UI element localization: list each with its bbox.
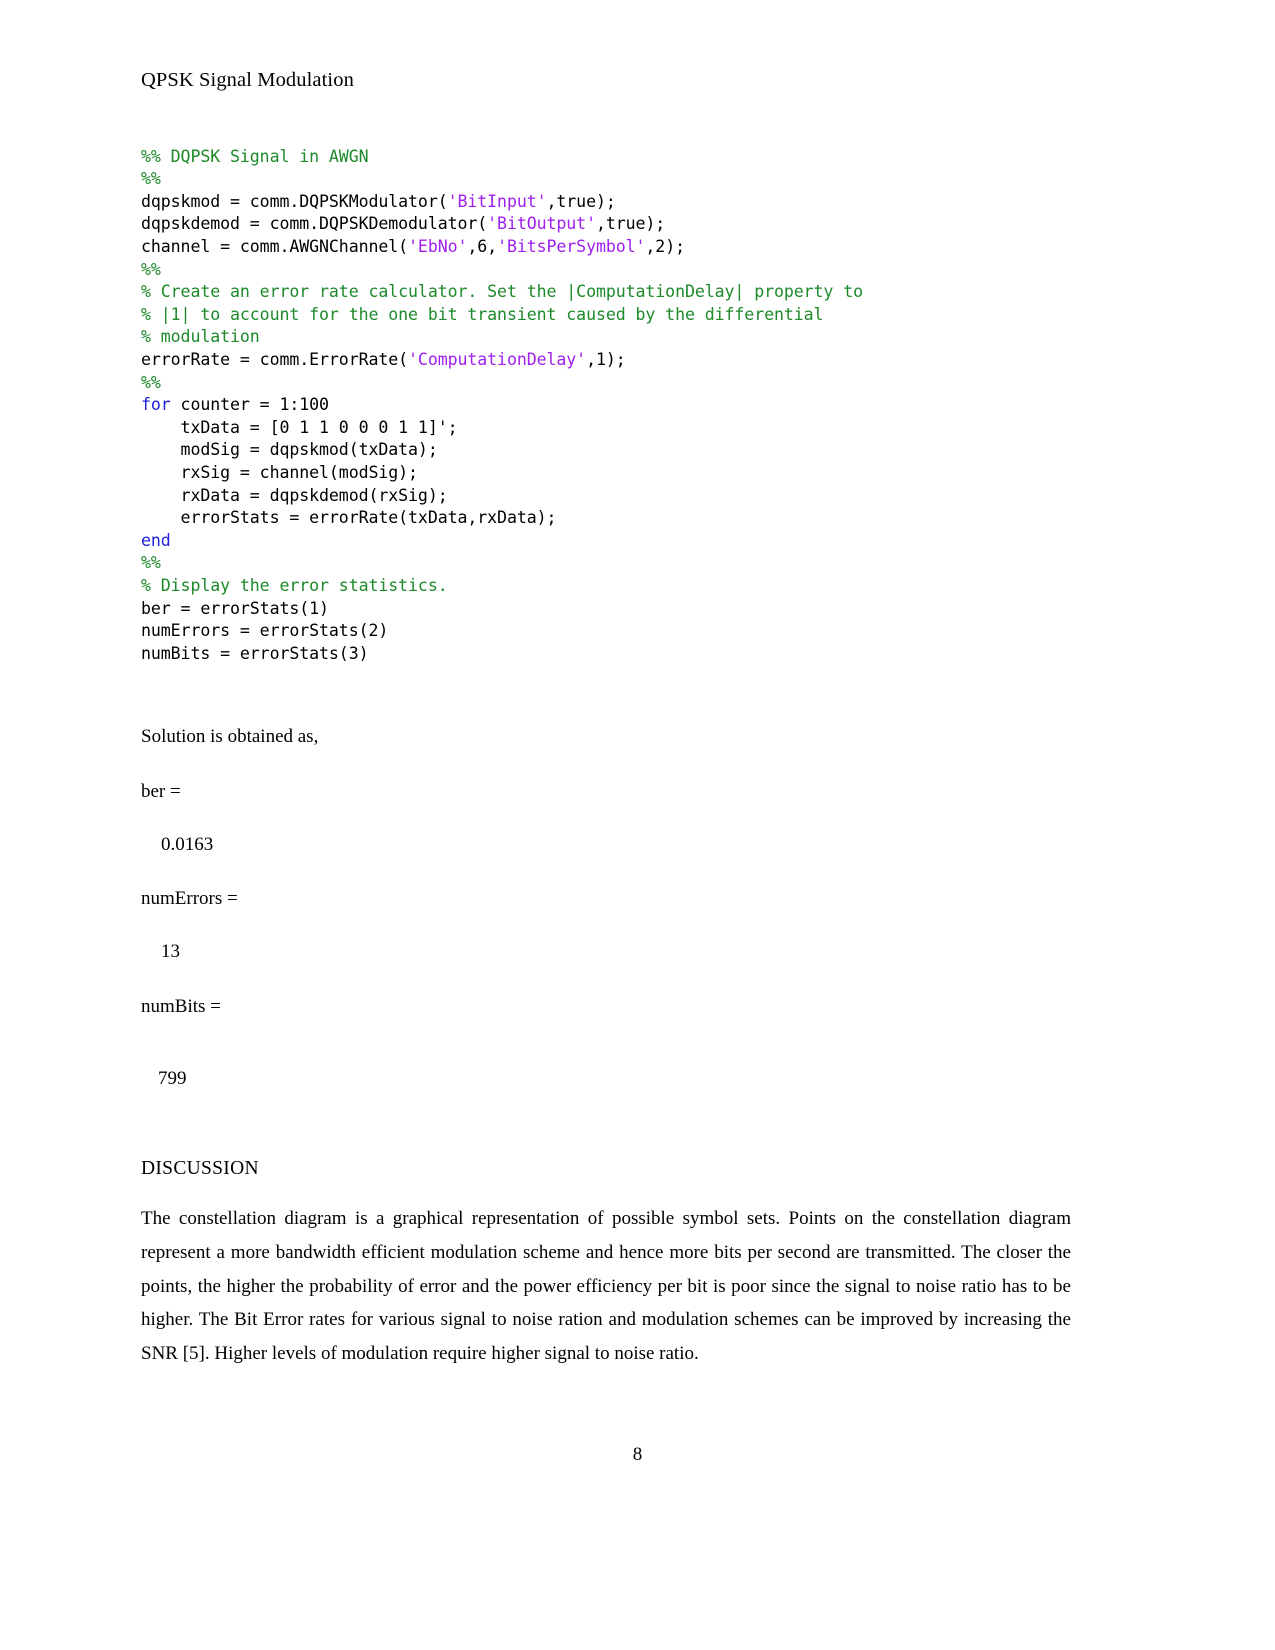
code-token-plain: modSig = dqpskmod(txData);: [141, 440, 438, 460]
code-token-comment: % Display the error statistics.: [141, 575, 448, 595]
code-line: modSig = dqpskmod(txData);: [141, 439, 1075, 462]
code-token-plain: rxData = dqpskdemod(rxSig);: [141, 485, 448, 505]
result-label-numerrors: numErrors =: [141, 888, 238, 910]
code-token-comment: % Create an error rate calculator. Set t…: [141, 282, 863, 302]
code-token-keyword: for: [141, 395, 171, 415]
code-line: rxSig = channel(modSig);: [141, 462, 1075, 485]
code-line: dqpskmod = comm.DQPSKModulator('BitInput…: [141, 191, 1075, 214]
code-token-comment: %% DQPSK Signal in AWGN: [141, 146, 369, 166]
page-content: QPSK Signal Modulation %% DQPSK Signal i…: [141, 68, 1075, 1371]
code-token-string: 'BitInput': [447, 191, 547, 211]
result-label-numbits: numBits =: [141, 995, 221, 1017]
code-line: %% DQPSK Signal in AWGN: [141, 146, 1075, 169]
code-token-comment: %%: [141, 259, 161, 279]
result-label-ber: ber =: [141, 780, 181, 802]
code-line: rxData = dqpskdemod(rxSig);: [141, 485, 1075, 508]
code-token-plain: ,6,: [467, 237, 498, 256]
discussion-heading: DISCUSSION: [141, 1158, 259, 1180]
code-token-string: 'EbNo': [408, 237, 468, 256]
code-token-plain: errorRate = comm.ErrorRate(: [141, 349, 409, 369]
code-line: % |1| to account for the one bit transie…: [141, 304, 1075, 327]
code-line: txData = [0 1 1 0 0 0 1 1]';: [141, 417, 1075, 440]
code-token-plain: txData = [0 1 1 0 0 0 1 1]';: [141, 417, 458, 437]
code-token-plain: channel = comm.AWGNChannel(: [141, 237, 409, 256]
code-line: for counter = 1:100: [141, 394, 1075, 417]
document-page: QPSK Signal Modulation %% DQPSK Signal i…: [0, 0, 1275, 1650]
matlab-code-block: %% DQPSK Signal in AWGN%% dqpskmod = comm…: [141, 146, 1075, 666]
code-line: numBits = errorStats(3): [141, 643, 1075, 666]
code-token-plain: dqpskmod = comm.DQPSKModulator(: [141, 191, 448, 211]
page-number-footer: 8: [632, 1444, 643, 1465]
discussion-paragraph: The constellation diagram is a graphical…: [141, 1208, 1071, 1365]
code-line: %%: [141, 372, 1075, 395]
code-token-plain: ,true);: [595, 214, 666, 234]
code-line: dqpskdemod = comm.DQPSKDemodulator('BitO…: [141, 213, 1075, 236]
code-token-plain: dqpskdemod = comm.DQPSKDemodulator(: [141, 214, 488, 234]
code-line: % modulation: [141, 326, 1075, 349]
code-line: % Create an error rate calculator. Set t…: [141, 281, 1075, 304]
code-token-plain: counter = 1:100: [170, 395, 329, 415]
code-token-keyword: end: [141, 530, 171, 550]
code-token-comment: %%: [141, 372, 161, 392]
code-line: %%: [141, 168, 1075, 191]
code-token-plain: ber = errorStats(1): [141, 598, 329, 618]
code-line: ber = errorStats(1): [141, 598, 1075, 621]
code-line: errorRate = comm.ErrorRate('ComputationD…: [141, 349, 1075, 372]
code-token-comment: % |1| to account for the one bit transie…: [141, 304, 824, 324]
code-token-plain: errorStats = errorRate(txData,rxData);: [141, 508, 557, 528]
code-token-plain: rxSig = channel(modSig);: [141, 462, 418, 482]
code-line: % Display the error statistics.: [141, 575, 1075, 598]
code-token-string: 'BitOutput': [487, 214, 596, 234]
code-line: %%: [141, 259, 1075, 282]
code-line: channel = comm.AWGNChannel('EbNo',6,'Bit…: [141, 236, 1075, 259]
code-token-comment: % modulation: [141, 327, 260, 347]
code-token-string: 'ComputationDelay': [408, 349, 587, 369]
code-line: end: [141, 530, 1075, 553]
code-token-plain: numErrors = errorStats(2): [141, 621, 389, 641]
solution-lead-in: Solution is obtained as,: [141, 726, 319, 748]
code-line: %%: [141, 552, 1075, 575]
code-token-comment: %%: [141, 169, 161, 189]
code-token-plain: ,true);: [546, 191, 616, 211]
result-value-numbits: 799: [158, 1068, 187, 1090]
code-token-string: 'BitsPerSymbol': [497, 237, 646, 256]
code-token-plain: numBits = errorStats(3): [141, 643, 369, 663]
code-token-plain: ,2);: [645, 237, 685, 256]
code-line: errorStats = errorRate(txData,rxData);: [141, 507, 1075, 530]
code-token-comment: %%: [141, 553, 161, 573]
code-token-plain: ,1);: [586, 349, 626, 369]
code-line: numErrors = errorStats(2): [141, 620, 1075, 643]
page-title: QPSK Signal Modulation: [141, 69, 354, 91]
result-value-ber: 0.0163: [161, 833, 214, 855]
result-value-numerrors: 13: [161, 941, 180, 963]
